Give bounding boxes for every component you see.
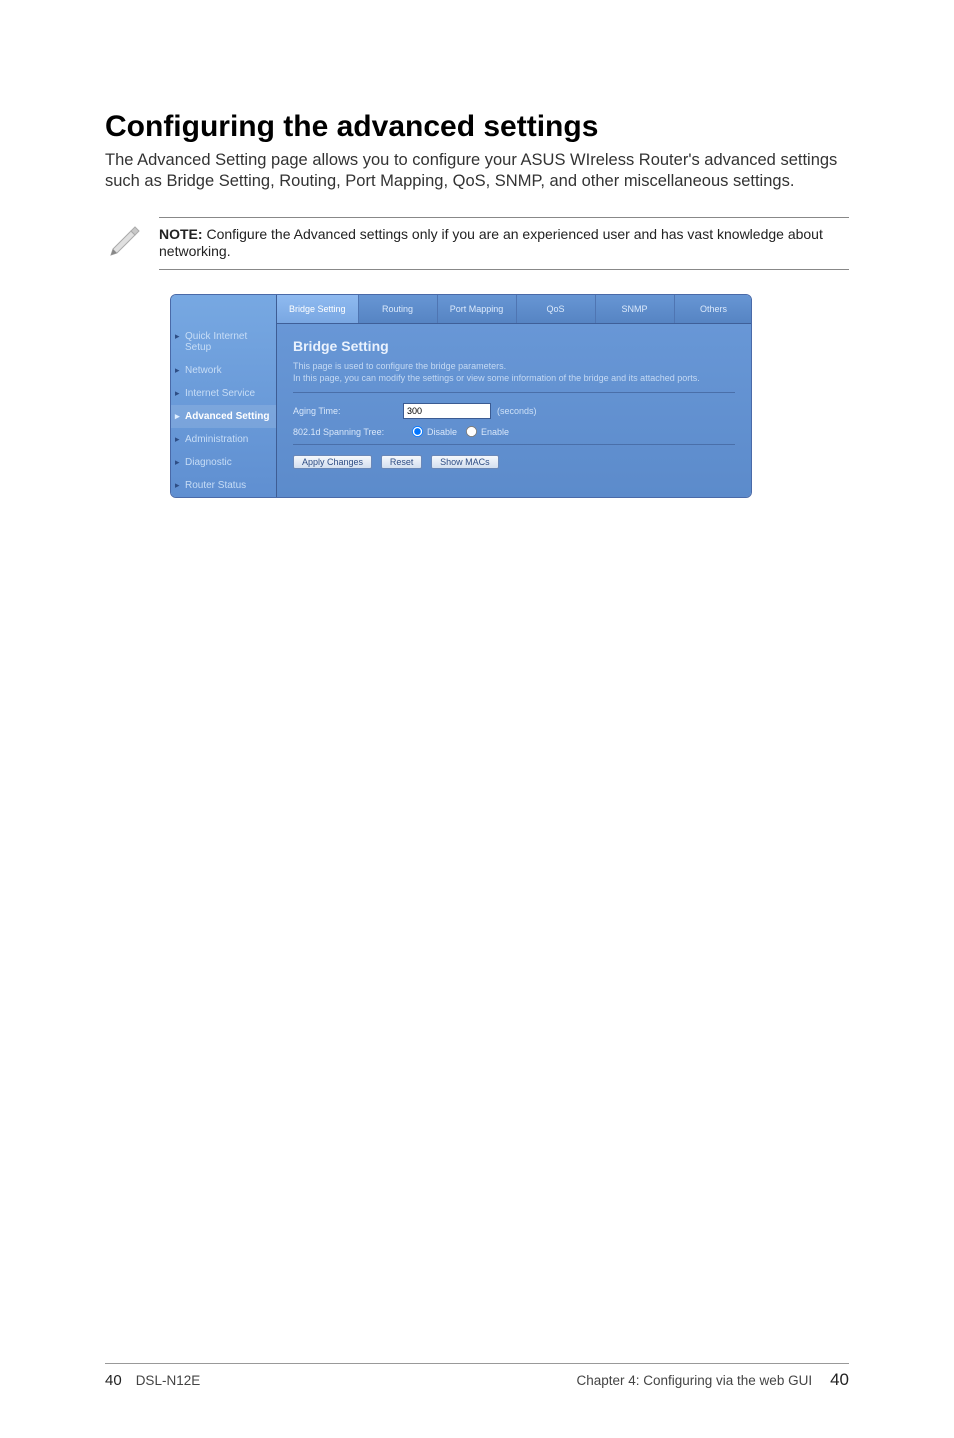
show-macs-button[interactable]: Show MACs bbox=[431, 455, 499, 469]
sidebar-item-internet-service[interactable]: Internet Service bbox=[171, 382, 276, 405]
note-callout: NOTE: Configure the Advanced settings on… bbox=[105, 217, 849, 270]
aging-time-input[interactable] bbox=[403, 403, 491, 419]
sidebar-item-administration[interactable]: Administration bbox=[171, 428, 276, 451]
tab-routing[interactable]: Routing bbox=[359, 295, 438, 323]
panel-title: Bridge Setting bbox=[293, 338, 735, 354]
note-label: NOTE: bbox=[159, 226, 203, 242]
footer-model: DSL-N12E bbox=[136, 1373, 201, 1388]
footer-chapter: Chapter 4: Configuring via the web GUI bbox=[576, 1373, 812, 1388]
spanning-disable-text: Disable bbox=[427, 427, 457, 437]
pencil-note-icon bbox=[105, 217, 145, 257]
apply-changes-button[interactable]: Apply Changes bbox=[293, 455, 372, 469]
tab-snmp[interactable]: SNMP bbox=[596, 295, 675, 323]
sidebar-item-router-status[interactable]: Router Status bbox=[171, 474, 276, 497]
page-number-right: 40 bbox=[830, 1370, 849, 1390]
panel-desc-line2: In this page, you can modify the setting… bbox=[293, 373, 700, 383]
tab-port-mapping[interactable]: Port Mapping bbox=[438, 295, 517, 323]
spanning-tree-label: 802.1d Spanning Tree: bbox=[293, 427, 403, 437]
tab-others[interactable]: Others bbox=[675, 295, 752, 323]
panel-description: This page is used to configure the bridg… bbox=[293, 360, 735, 393]
sidebar-item-advanced-setting[interactable]: Advanced Setting bbox=[171, 405, 276, 428]
tab-bridge-setting[interactable]: Bridge Setting bbox=[277, 295, 359, 323]
sidebar-item-quick-setup[interactable]: Quick Internet Setup bbox=[171, 325, 276, 359]
sidebar-item-network[interactable]: Network bbox=[171, 359, 276, 382]
note-body: Configure the Advanced settings only if … bbox=[159, 226, 823, 260]
spanning-enable-text: Enable bbox=[481, 427, 509, 437]
tab-qos[interactable]: QoS bbox=[517, 295, 596, 323]
page-footer: 40 DSL-N12E Chapter 4: Configuring via t… bbox=[105, 1363, 849, 1390]
reset-button[interactable]: Reset bbox=[381, 455, 423, 469]
page-title: Configuring the advanced settings bbox=[105, 110, 849, 144]
tab-bar: Bridge Setting Routing Port Mapping QoS … bbox=[277, 295, 751, 324]
spanning-enable-radio[interactable] bbox=[466, 426, 477, 437]
aging-time-unit: (seconds) bbox=[497, 406, 537, 416]
spanning-disable-radio[interactable] bbox=[412, 426, 423, 437]
sidebar-item-diagnostic[interactable]: Diagnostic bbox=[171, 451, 276, 474]
sidebar-nav: Quick Internet Setup Network Internet Se… bbox=[171, 295, 277, 497]
note-text: NOTE: Configure the Advanced settings on… bbox=[159, 226, 849, 261]
page-number-left: 40 bbox=[105, 1372, 122, 1389]
panel-desc-line1: This page is used to configure the bridg… bbox=[293, 361, 506, 371]
router-admin-screenshot: Quick Internet Setup Network Internet Se… bbox=[170, 294, 752, 498]
intro-paragraph: The Advanced Setting page allows you to … bbox=[105, 150, 849, 193]
aging-time-label: Aging Time: bbox=[293, 406, 403, 416]
